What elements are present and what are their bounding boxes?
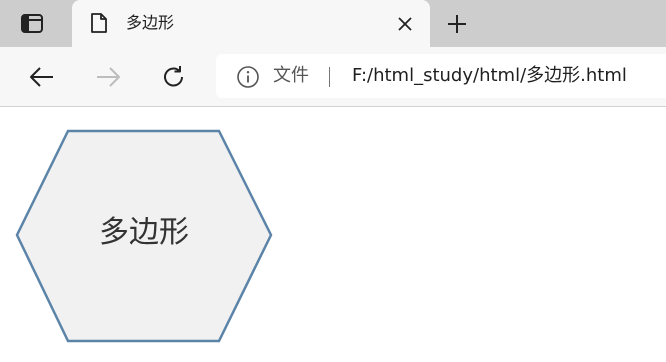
tab-actions-icon[interactable] [20,13,46,35]
toolbar: 文件 F:/html_study/html/多边形.html [0,47,666,107]
forward-arrow-icon[interactable] [94,65,122,89]
close-icon[interactable] [396,15,414,33]
address-divider [329,67,330,87]
hexagon-label: 多边形 [99,215,189,250]
info-icon[interactable] [236,65,260,89]
page-icon [90,12,108,34]
tab-title: 多边形 [126,13,175,32]
plus-icon[interactable] [446,13,468,35]
security-label: 文件 [273,65,309,86]
reload-icon[interactable] [160,63,188,91]
address-bar[interactable]: 文件 F:/html_study/html/多边形.html [216,54,666,98]
active-tab[interactable]: 多边形 [72,0,430,47]
browser-window: 多边形 文件 F:/html_study/html/多边形.html 多边形 [0,0,666,362]
back-arrow-icon[interactable] [28,65,56,89]
tab-strip: 多边形 [0,0,666,47]
page-content: 多边形 [0,107,666,362]
url-text[interactable]: F:/html_study/html/多边形.html [352,65,627,87]
